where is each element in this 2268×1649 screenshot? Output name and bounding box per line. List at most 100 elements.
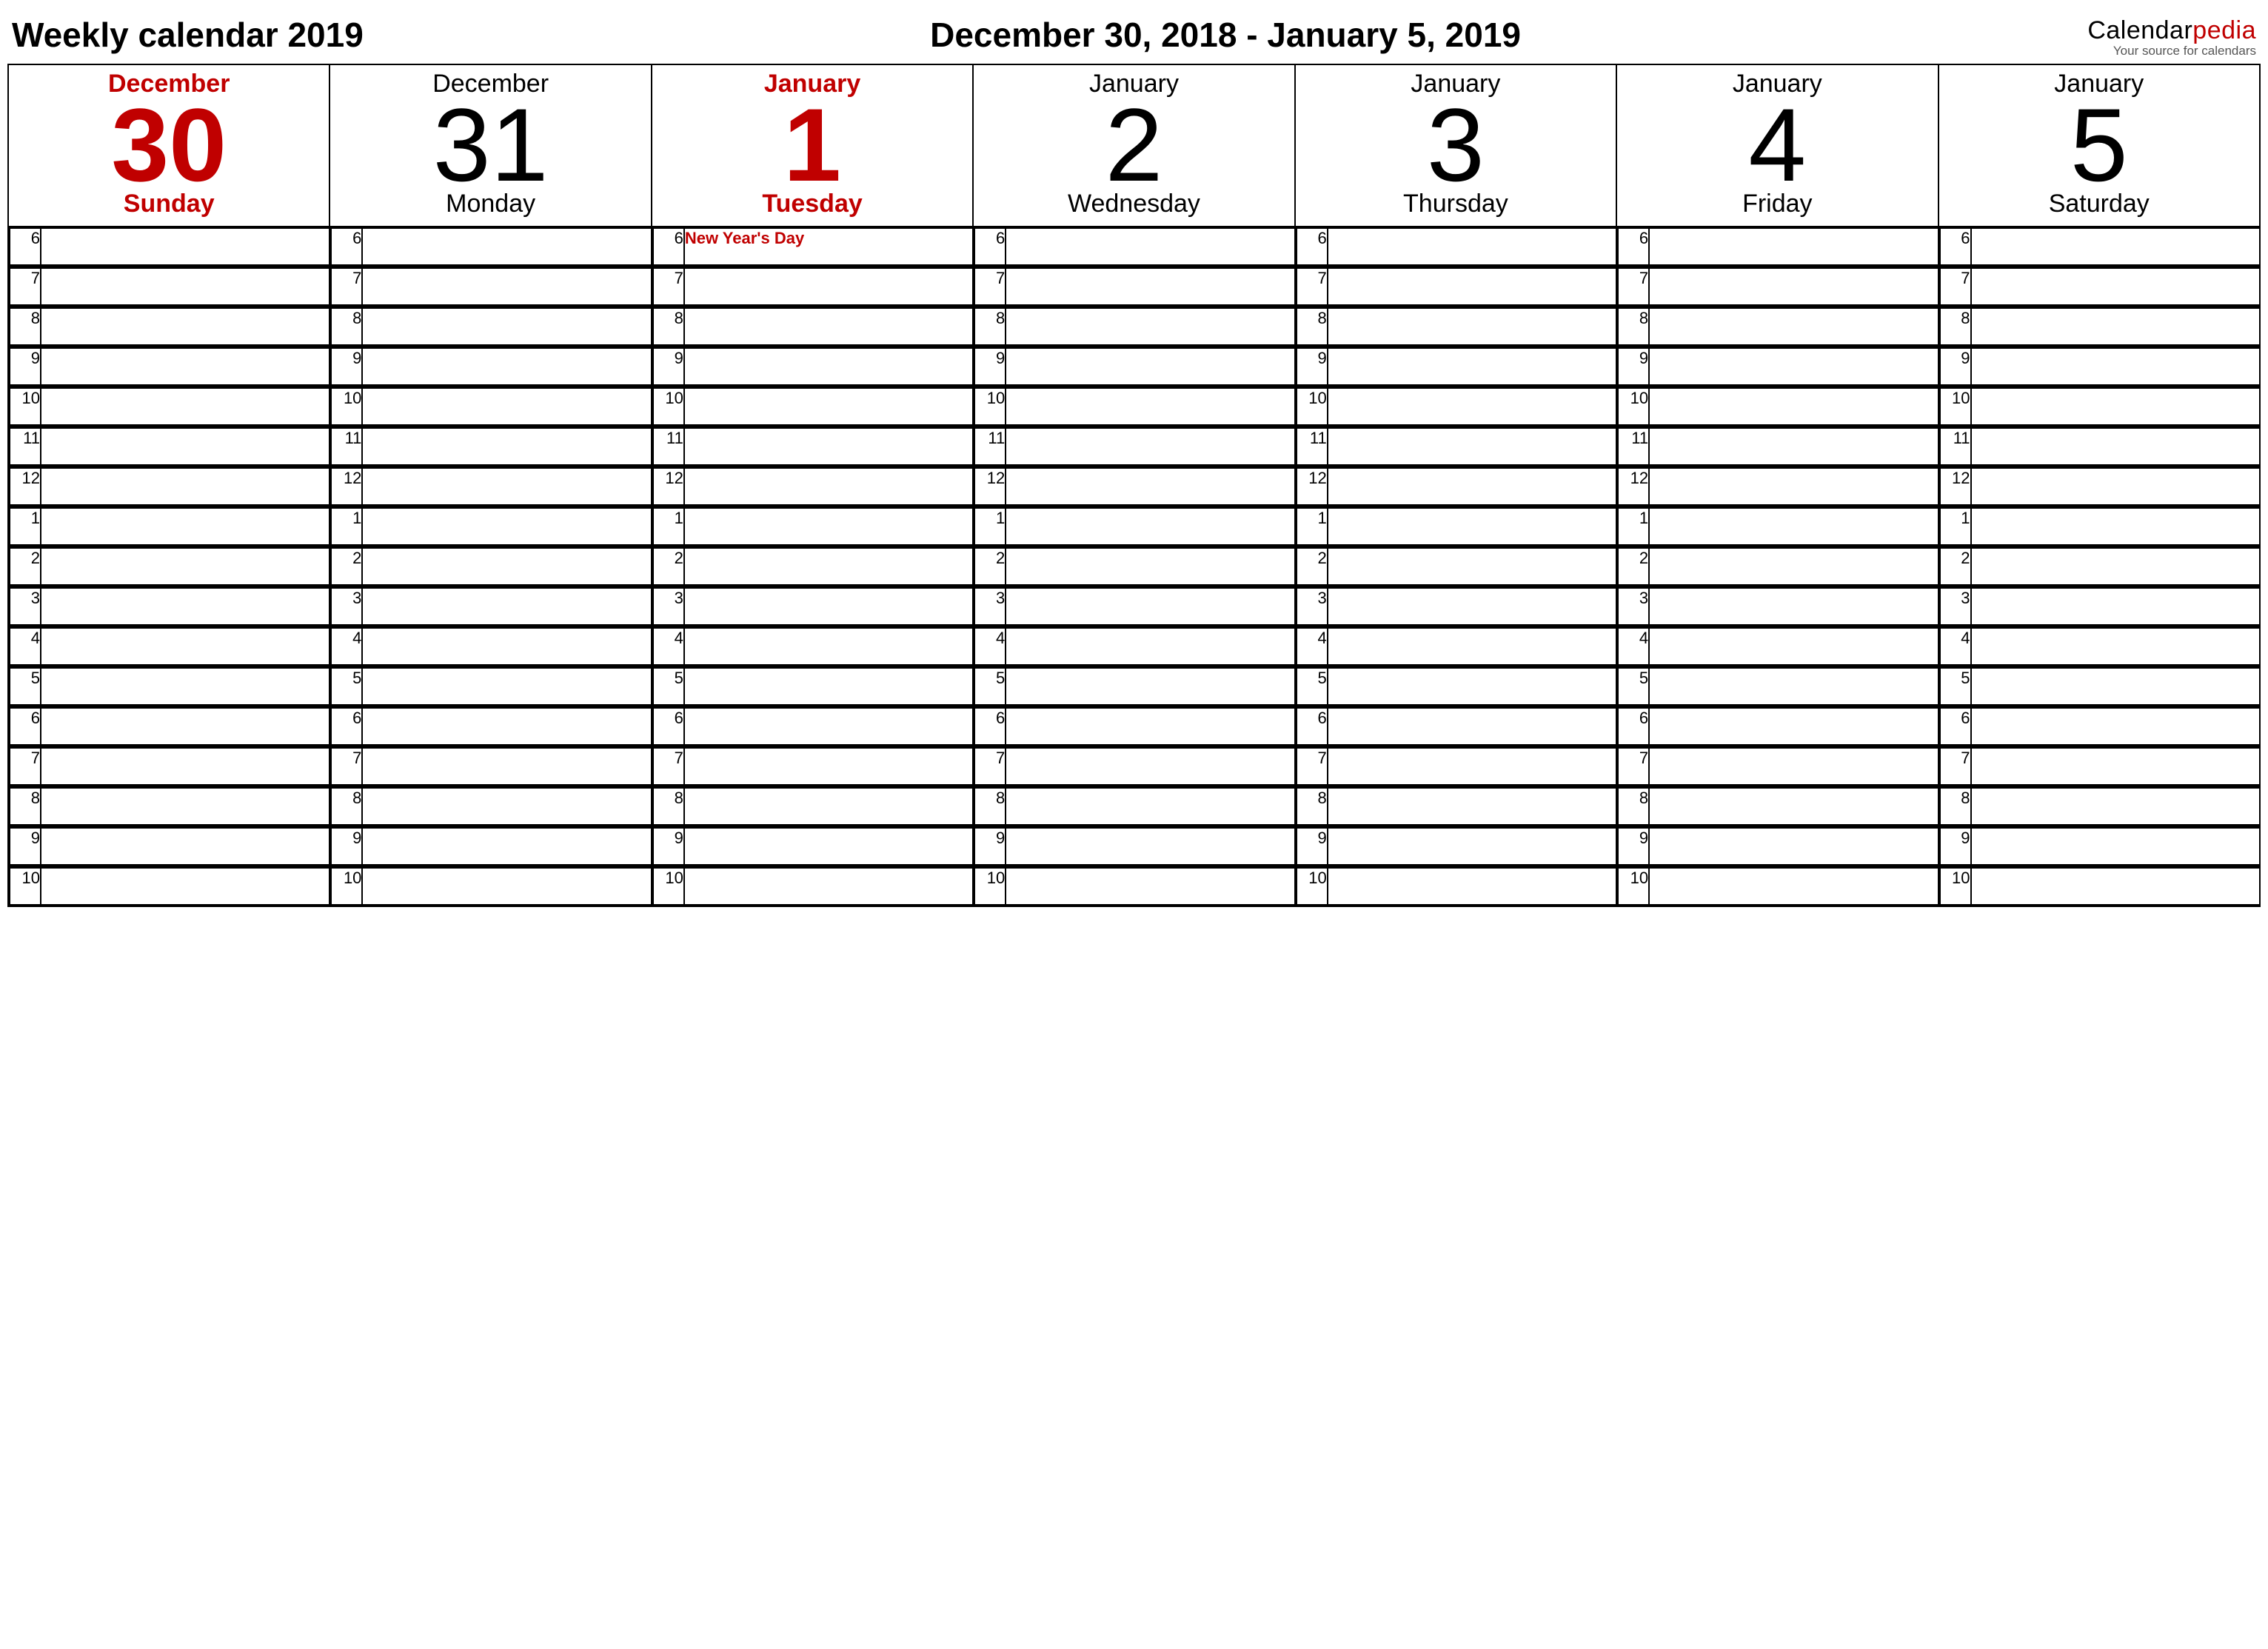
hour-slot[interactable] <box>41 668 329 705</box>
hour-slot[interactable] <box>1649 388 1937 425</box>
hour-slot[interactable] <box>1328 708 1616 745</box>
hour-slot[interactable] <box>684 468 972 505</box>
hour-cell[interactable]: 8 <box>330 786 651 826</box>
hour-slot[interactable] <box>1328 228 1616 265</box>
hour-cell[interactable]: 2 <box>330 546 651 586</box>
hour-slot[interactable] <box>1649 828 1937 865</box>
hour-slot[interactable] <box>362 308 650 345</box>
hour-slot[interactable] <box>41 788 329 825</box>
hour-cell[interactable]: 10 <box>1295 387 1616 427</box>
hour-cell[interactable]: 8 <box>1938 786 2260 826</box>
hour-cell[interactable]: 12 <box>8 466 330 506</box>
hour-slot[interactable] <box>362 668 650 705</box>
hour-cell[interactable]: 5 <box>1938 666 2260 706</box>
hour-slot[interactable] <box>1328 548 1616 585</box>
hour-slot[interactable] <box>1971 348 2259 385</box>
hour-slot[interactable] <box>1971 748 2259 785</box>
hour-cell[interactable]: 12 <box>330 466 651 506</box>
hour-slot[interactable] <box>362 828 650 865</box>
hour-cell[interactable]: 7 <box>652 746 973 786</box>
hour-slot[interactable] <box>1649 788 1937 825</box>
hour-cell[interactable]: 9 <box>330 826 651 866</box>
hour-slot[interactable] <box>1328 468 1616 505</box>
hour-cell[interactable]: 3 <box>330 586 651 626</box>
hour-slot[interactable] <box>1328 628 1616 665</box>
hour-cell[interactable]: 10 <box>973 387 1294 427</box>
hour-slot[interactable] <box>1971 828 2259 865</box>
hour-slot[interactable] <box>684 508 972 545</box>
hour-slot[interactable] <box>1649 668 1937 705</box>
hour-slot[interactable] <box>362 348 650 385</box>
hour-slot[interactable] <box>1971 268 2259 305</box>
hour-slot[interactable] <box>1328 668 1616 705</box>
hour-cell[interactable]: 7 <box>330 267 651 307</box>
hour-slot[interactable] <box>1006 628 1294 665</box>
hour-slot[interactable] <box>1971 628 2259 665</box>
hour-cell[interactable]: 2 <box>1938 546 2260 586</box>
hour-cell[interactable]: 3 <box>1616 586 1938 626</box>
hour-cell[interactable]: 5 <box>330 666 651 706</box>
hour-cell[interactable]: 11 <box>330 427 651 466</box>
hour-cell[interactable]: 6 <box>973 227 1294 267</box>
hour-cell[interactable]: 2 <box>8 546 330 586</box>
hour-cell[interactable]: 7 <box>973 267 1294 307</box>
hour-cell[interactable]: 10 <box>8 387 330 427</box>
hour-slot[interactable] <box>1006 428 1294 465</box>
hour-cell[interactable]: 10 <box>652 866 973 906</box>
hour-cell[interactable]: 4 <box>973 626 1294 666</box>
hour-slot[interactable] <box>1006 828 1294 865</box>
hour-slot[interactable] <box>41 508 329 545</box>
hour-slot[interactable] <box>1328 748 1616 785</box>
hour-slot[interactable] <box>1328 388 1616 425</box>
hour-cell[interactable]: 9 <box>1295 347 1616 387</box>
hour-slot[interactable] <box>362 708 650 745</box>
hour-cell[interactable]: 9 <box>330 347 651 387</box>
hour-cell[interactable]: 9 <box>8 826 330 866</box>
hour-cell[interactable]: 5 <box>1295 666 1616 706</box>
hour-slot[interactable] <box>362 548 650 585</box>
hour-cell[interactable]: 10 <box>1616 866 1938 906</box>
hour-cell[interactable]: 1 <box>330 506 651 546</box>
hour-slot[interactable] <box>1006 308 1294 345</box>
hour-slot[interactable] <box>1649 548 1937 585</box>
hour-cell[interactable]: 2 <box>652 546 973 586</box>
hour-cell[interactable]: 4 <box>330 626 651 666</box>
hour-cell[interactable]: 9 <box>973 826 1294 866</box>
hour-slot[interactable] <box>362 388 650 425</box>
hour-cell[interactable]: 7 <box>652 267 973 307</box>
hour-cell[interactable]: 12 <box>1295 466 1616 506</box>
hour-cell[interactable]: 10 <box>1938 387 2260 427</box>
hour-slot[interactable] <box>1006 268 1294 305</box>
hour-slot[interactable] <box>1328 588 1616 625</box>
hour-slot[interactable] <box>41 308 329 345</box>
hour-cell[interactable]: 6 <box>1616 706 1938 746</box>
hour-cell[interactable]: 8 <box>973 307 1294 347</box>
hour-slot[interactable] <box>362 428 650 465</box>
hour-slot[interactable] <box>1971 228 2259 265</box>
hour-slot[interactable] <box>1649 708 1937 745</box>
hour-cell[interactable]: 3 <box>1295 586 1616 626</box>
hour-slot[interactable] <box>684 268 972 305</box>
hour-cell[interactable]: 11 <box>1295 427 1616 466</box>
hour-cell[interactable]: 3 <box>8 586 330 626</box>
hour-slot[interactable] <box>1006 708 1294 745</box>
hour-cell[interactable]: 8 <box>1295 786 1616 826</box>
hour-cell[interactable]: 10 <box>1938 866 2260 906</box>
hour-cell[interactable]: 12 <box>1616 466 1938 506</box>
hour-cell[interactable]: 9 <box>652 347 973 387</box>
hour-slot[interactable] <box>1971 708 2259 745</box>
hour-slot[interactable] <box>362 588 650 625</box>
hour-slot[interactable] <box>1649 468 1937 505</box>
hour-slot[interactable] <box>684 308 972 345</box>
hour-cell[interactable]: 9 <box>8 347 330 387</box>
hour-cell[interactable]: 2 <box>1616 546 1938 586</box>
hour-cell[interactable]: 7 <box>1295 267 1616 307</box>
hour-slot[interactable] <box>684 348 972 385</box>
hour-cell[interactable]: 10 <box>8 866 330 906</box>
hour-cell[interactable]: 4 <box>8 626 330 666</box>
hour-slot[interactable] <box>684 628 972 665</box>
hour-slot[interactable] <box>1649 268 1937 305</box>
hour-cell[interactable]: 6 <box>1616 227 1938 267</box>
hour-cell[interactable]: 6 <box>973 706 1294 746</box>
hour-slot[interactable] <box>1971 788 2259 825</box>
